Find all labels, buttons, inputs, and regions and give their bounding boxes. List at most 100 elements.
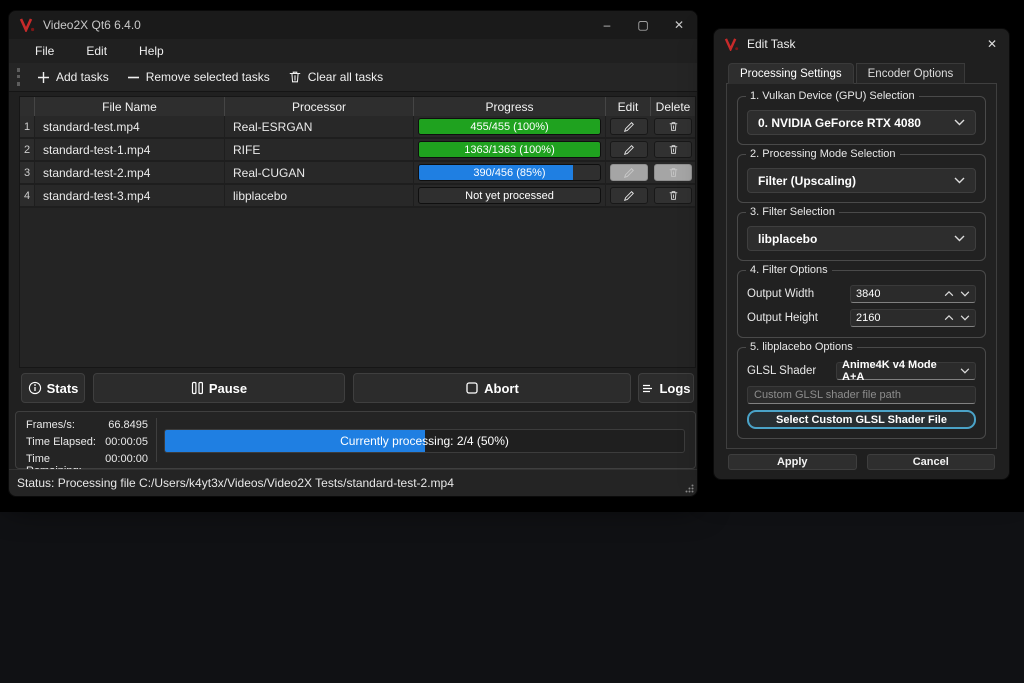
group-filter-options: 4. Filter Options Output Width 3840 Outp… <box>737 270 986 338</box>
add-tasks-label: Add tasks <box>56 70 109 84</box>
file-name-cell: standard-test-3.mp4 <box>35 185 225 206</box>
group-legend: 4. Filter Options <box>746 264 832 276</box>
trash-icon <box>668 167 679 178</box>
stop-icon <box>465 381 479 395</box>
processing-mode-select[interactable]: Filter (Upscaling) <box>747 168 976 193</box>
stats-label: Stats <box>47 381 79 396</box>
abort-label: Abort <box>484 381 519 396</box>
apply-button[interactable]: Apply <box>728 454 857 470</box>
lines-icon <box>641 382 654 395</box>
plus-icon <box>37 71 50 84</box>
spin-up-icon[interactable] <box>944 291 954 297</box>
delete-cell <box>651 139 695 160</box>
edit-task-button[interactable] <box>610 118 648 135</box>
task-table: File Name Processor Progress Edit Delete… <box>19 96 696 368</box>
trash-icon <box>668 121 679 132</box>
pause-button[interactable]: Pause <box>93 373 345 403</box>
video2x-logo-icon <box>19 18 35 32</box>
cancel-button[interactable]: Cancel <box>867 454 996 470</box>
pause-label: Pause <box>209 381 247 396</box>
dialog-title: Edit Task <box>747 37 795 51</box>
processor-cell: libplacebo <box>225 185 414 206</box>
spin-down-icon[interactable] <box>960 315 970 321</box>
window-title: Video2X Qt6 6.4.0 <box>43 18 141 32</box>
tab-processing-settings[interactable]: Processing Settings <box>728 63 854 84</box>
header-processor[interactable]: Processor <box>225 97 414 116</box>
glsl-shader-row: GLSL Shader Anime4K v4 Mode A+A <box>747 361 976 381</box>
delete-task-button[interactable] <box>654 141 692 158</box>
header-delete[interactable]: Delete <box>651 97 695 116</box>
table-row[interactable]: 1 standard-test.mp4 Real-ESRGAN 455/455 … <box>20 116 695 139</box>
chevron-down-icon <box>954 235 965 242</box>
menu-file[interactable]: File <box>23 41 66 61</box>
output-width-spinbox[interactable]: 3840 <box>850 285 976 303</box>
output-width-value: 3840 <box>856 288 880 300</box>
output-height-row: Output Height 2160 <box>747 308 976 328</box>
file-name-cell: standard-test-1.mp4 <box>35 139 225 160</box>
delete-task-button[interactable] <box>654 187 692 204</box>
output-height-label: Output Height <box>747 312 818 324</box>
remove-selected-tasks-label: Remove selected tasks <box>146 70 270 84</box>
table-row[interactable]: 4 standard-test-3.mp4 libplacebo Not yet… <box>20 185 695 208</box>
time-elapsed-row: Time Elapsed: 00:00:05 <box>26 436 148 448</box>
dialog-close-button[interactable]: ✕ <box>975 29 1009 59</box>
table-row[interactable]: 2 standard-test-1.mp4 RIFE 1363/1363 (10… <box>20 139 695 162</box>
output-height-spinbox[interactable]: 2160 <box>850 309 976 327</box>
overall-progress-text: Currently processing: 2/4 (50%) <box>165 430 684 452</box>
edit-task-button[interactable] <box>610 141 648 158</box>
remove-selected-tasks-button[interactable]: Remove selected tasks <box>118 66 279 88</box>
filter-select-value: libplacebo <box>758 232 817 246</box>
toolbar-drag-handle[interactable] <box>17 68 22 86</box>
header-progress[interactable]: Progress <box>414 97 606 116</box>
delete-cell <box>651 162 695 183</box>
resize-grip[interactable] <box>685 484 694 493</box>
group-legend: 1. Vulkan Device (GPU) Selection <box>746 90 919 102</box>
menu-edit[interactable]: Edit <box>74 41 119 61</box>
progress-bar: 455/455 (100%) <box>418 118 601 135</box>
dialog-actions: Apply Cancel <box>728 454 995 470</box>
stats-button[interactable]: Stats <box>21 373 85 403</box>
progress-bar: 390/456 (85%) <box>418 164 601 181</box>
minimize-button[interactable]: – <box>589 11 625 39</box>
progress-cell: 390/456 (85%) <box>414 162 606 183</box>
row-number: 3 <box>20 162 35 183</box>
header-file-name[interactable]: File Name <box>35 97 225 116</box>
output-height-value: 2160 <box>856 312 880 324</box>
group-legend: 5. libplacebo Options <box>746 341 857 353</box>
clear-all-tasks-button[interactable]: Clear all tasks <box>279 66 392 88</box>
delete-task-button[interactable] <box>654 118 692 135</box>
edit-task-button[interactable] <box>610 187 648 204</box>
group-libplacebo-options: 5. libplacebo Options GLSL Shader Anime4… <box>737 347 986 439</box>
custom-shader-path-input[interactable] <box>747 386 976 404</box>
edit-cell <box>606 162 651 183</box>
toolbar: Add tasks Remove selected tasks Clear al… <box>9 63 697 92</box>
close-button[interactable]: ✕ <box>661 11 697 39</box>
edit-cell <box>606 116 651 137</box>
menu-help[interactable]: Help <box>127 41 176 61</box>
table-row[interactable]: 3 standard-test-2.mp4 Real-CUGAN 390/456… <box>20 162 695 185</box>
overall-progress-bar: Currently processing: 2/4 (50%) <box>164 429 685 453</box>
desktop-lower-region <box>0 512 1024 683</box>
trash-icon <box>668 144 679 155</box>
gpu-select[interactable]: 0. NVIDIA GeForce RTX 4080 <box>747 110 976 135</box>
dialog-titlebar[interactable]: Edit Task ✕ <box>714 29 1009 59</box>
add-tasks-button[interactable]: Add tasks <box>28 66 118 88</box>
filter-select[interactable]: libplacebo <box>747 226 976 251</box>
minus-icon <box>127 71 140 84</box>
tab-encoder-options[interactable]: Encoder Options <box>856 63 966 84</box>
frames-value: 66.8495 <box>108 419 148 431</box>
maximize-button[interactable]: ▢ <box>625 11 661 39</box>
abort-button[interactable]: Abort <box>353 373 631 403</box>
spin-up-icon[interactable] <box>944 315 954 321</box>
edit-task-dialog: Edit Task ✕ Processing Settings Encoder … <box>713 28 1010 480</box>
header-edit[interactable]: Edit <box>606 97 651 116</box>
stats-panel: Frames/s: 66.8495 Time Elapsed: 00:00:05… <box>15 411 696 469</box>
glsl-shader-select[interactable]: Anime4K v4 Mode A+A <box>836 362 976 380</box>
output-width-label: Output Width <box>747 288 814 300</box>
logs-button[interactable]: Logs <box>638 373 694 403</box>
progress-bar: 1363/1363 (100%) <box>418 141 601 158</box>
spin-down-icon[interactable] <box>960 291 970 297</box>
main-titlebar[interactable]: Video2X Qt6 6.4.0 – ▢ ✕ <box>9 11 697 39</box>
delete-cell <box>651 116 695 137</box>
select-custom-shader-button[interactable]: Select Custom GLSL Shader File <box>747 410 976 429</box>
